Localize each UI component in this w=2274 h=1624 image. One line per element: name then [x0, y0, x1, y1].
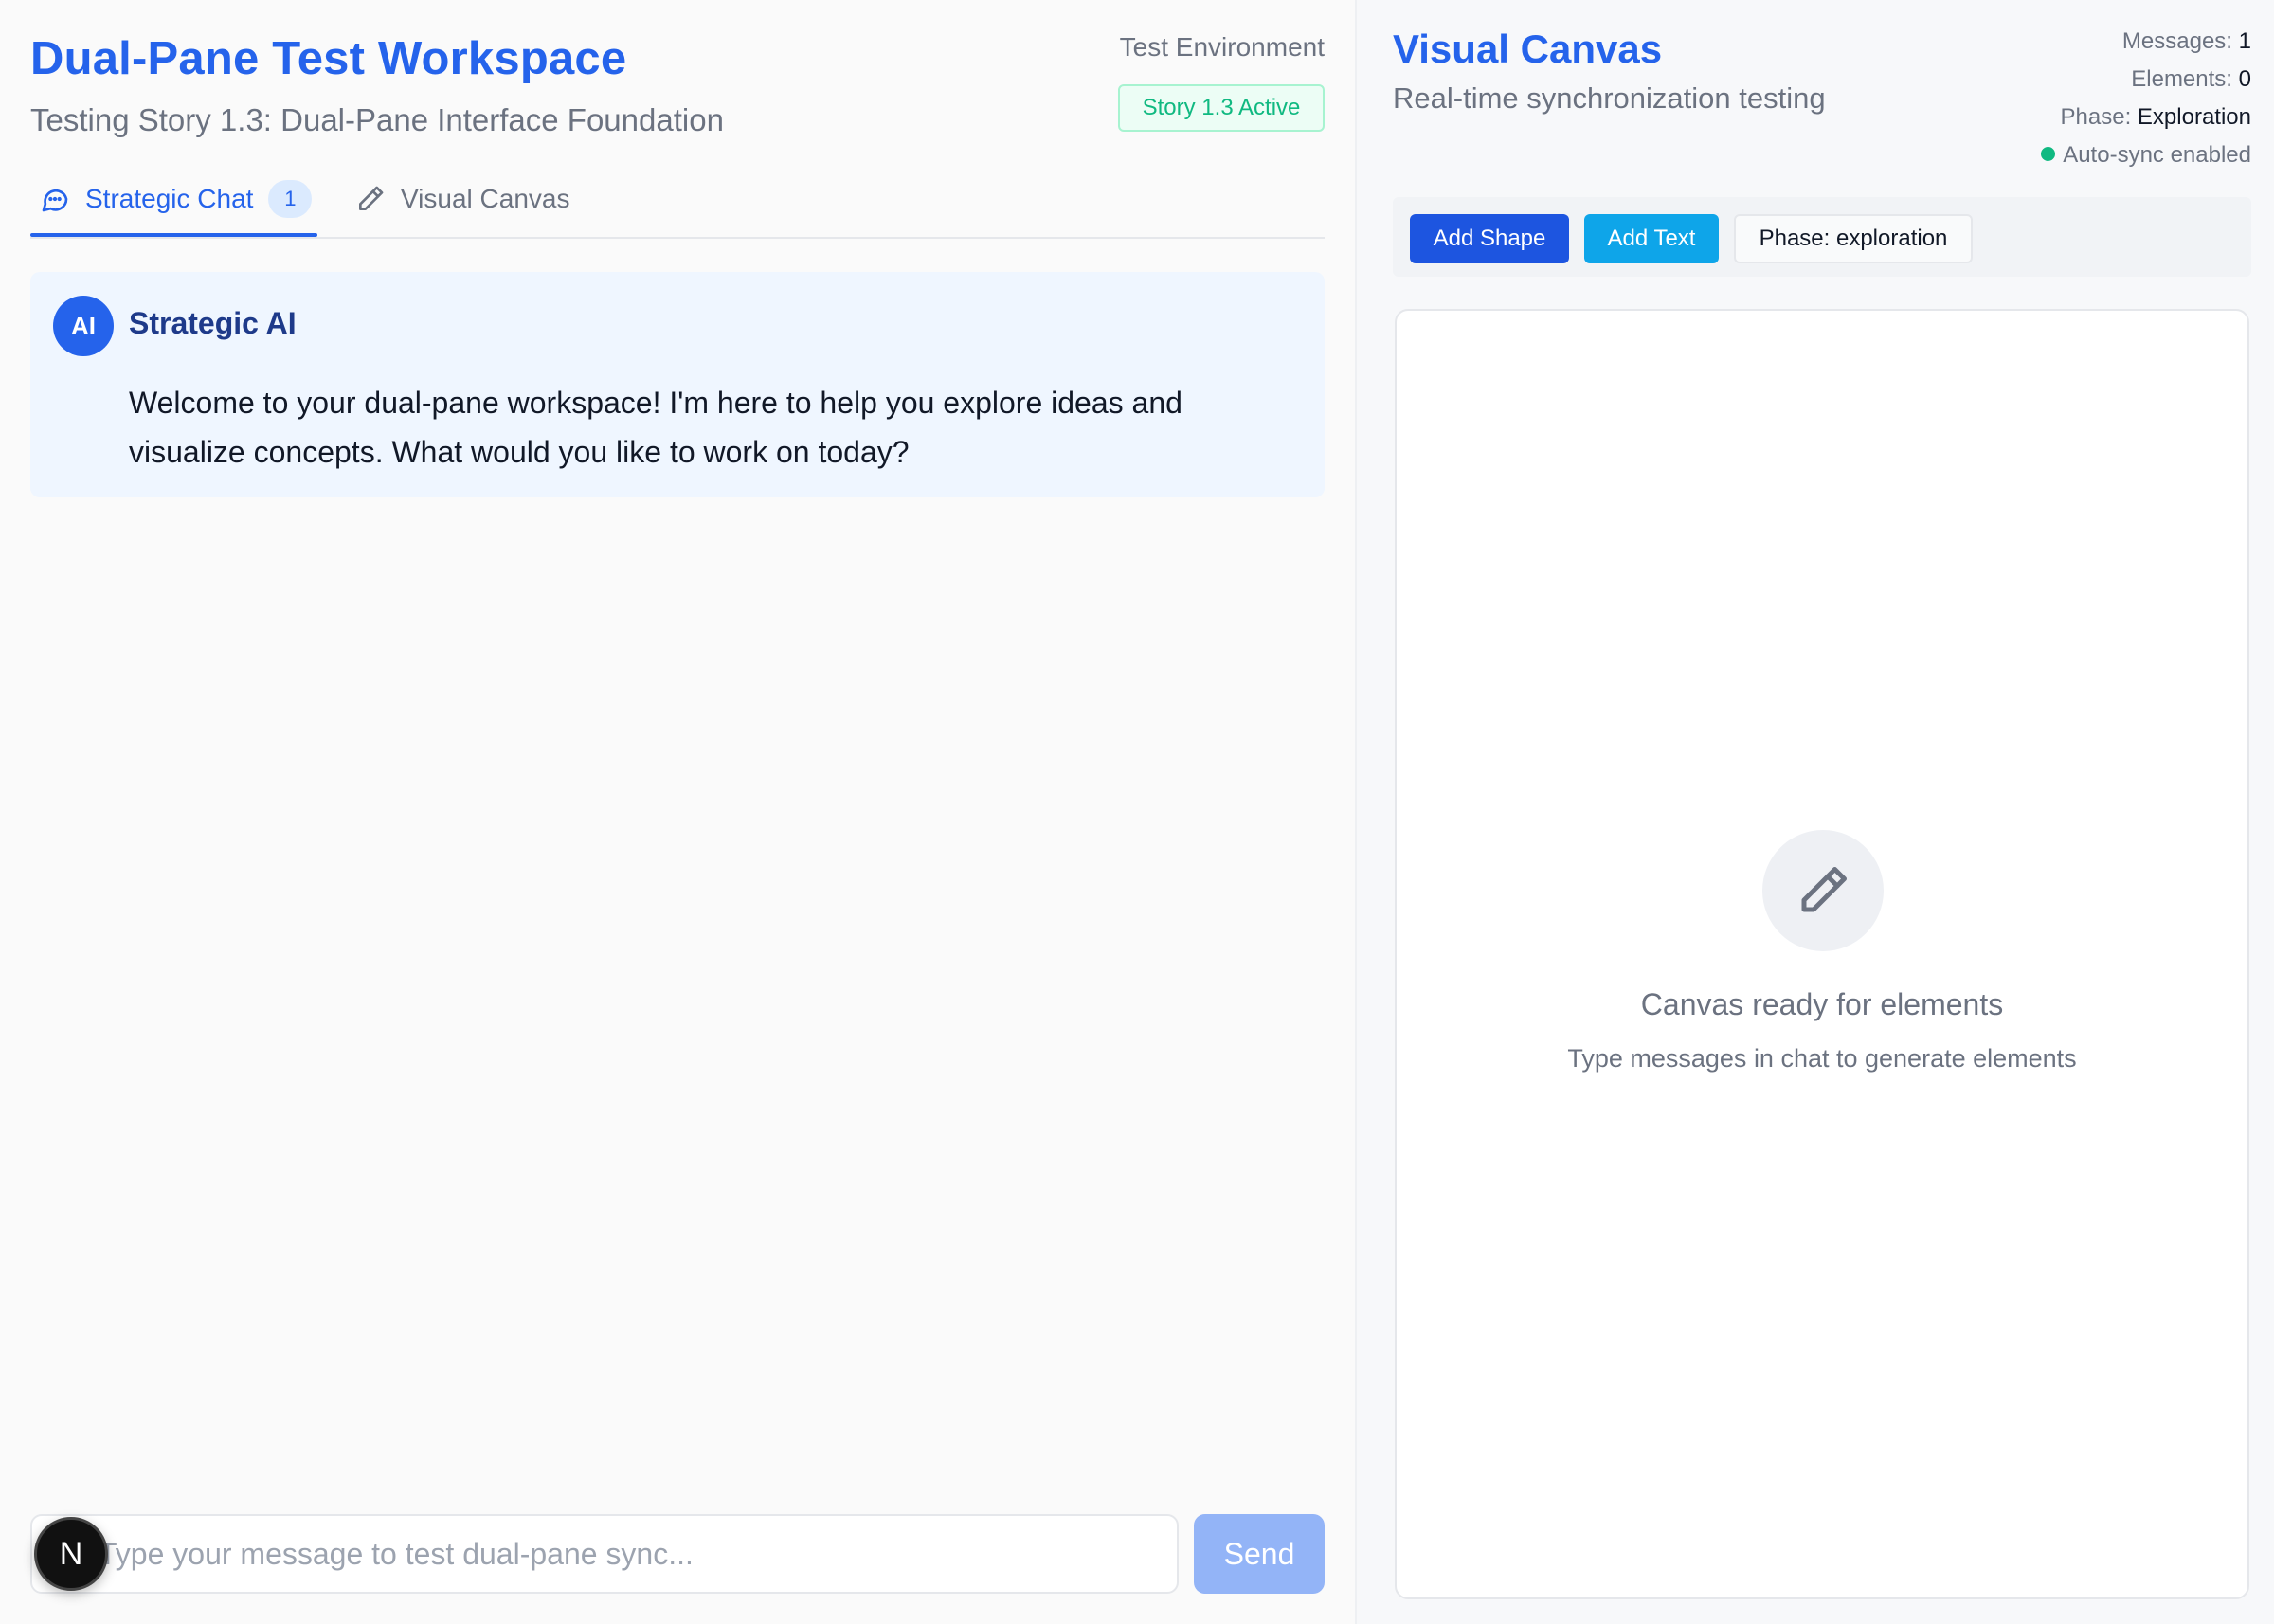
- messages-value: 1: [2238, 28, 2251, 54]
- status-dot-icon: [2041, 147, 2056, 162]
- sync-stats: Messages: 1 Elements: 0 Phase: Explorati…: [2041, 23, 2251, 174]
- story-status-badge: Story 1.3 Active: [1118, 84, 1325, 132]
- pencil-icon: [1762, 830, 1884, 951]
- message-count-badge: 1: [268, 180, 313, 218]
- workspace-title: Dual-Pane Test Workspace: [30, 33, 627, 84]
- phase-label: Phase:: [2060, 104, 2132, 130]
- messages-label: Messages:: [2121, 28, 2232, 54]
- ai-avatar: AI: [53, 296, 114, 356]
- canvas-toolbar: Add Shape Add Text Phase: exploration: [1393, 197, 2251, 277]
- canvas-subtitle: Real-time synchronization testing: [1393, 81, 1826, 115]
- chat-message: AI Strategic AI Welcome to your dual-pan…: [30, 272, 1325, 497]
- sync-status-label: Auto-sync enabled: [2063, 142, 2251, 168]
- app-root: Dual-Pane Test Workspace Testing Story 1…: [0, 0, 2274, 1624]
- chat-pane: Dual-Pane Test Workspace Testing Story 1…: [0, 0, 1355, 1624]
- chat-input[interactable]: [32, 1516, 1177, 1592]
- elements-label: Elements:: [2131, 66, 2232, 92]
- phase-value: Exploration: [2137, 104, 2251, 130]
- add-text-button[interactable]: Add Text: [1584, 214, 1719, 263]
- phase-stat: Phase: Exploration: [2041, 99, 2251, 136]
- chat-bubble-icon: [40, 184, 70, 214]
- pane-tabs: Strategic Chat 1 Visual Canvas: [30, 159, 1325, 239]
- canvas-empty-title: Canvas ready for elements: [1640, 987, 2004, 1021]
- active-tab-indicator: [30, 233, 317, 237]
- messages-stat: Messages: 1: [2041, 23, 2251, 61]
- message-text: Welcome to your dual-pane workspace! I'm…: [129, 386, 1182, 469]
- elements-value: 0: [2238, 66, 2251, 92]
- workspace-subtitle: Testing Story 1.3: Dual-Pane Interface F…: [30, 102, 724, 137]
- tab-strategic-chat[interactable]: Strategic Chat 1: [40, 159, 313, 239]
- elements-stat: Elements: 0: [2041, 61, 2251, 99]
- canvas-pane: Visual Canvas Real-time synchronization …: [1357, 0, 2274, 1624]
- chat-input-container: [30, 1514, 1179, 1594]
- environment-label: Test Environment: [1119, 32, 1325, 62]
- pencil-icon: [355, 184, 386, 214]
- canvas-title: Visual Canvas: [1393, 27, 1663, 71]
- phase-button[interactable]: Phase: exploration: [1734, 214, 1973, 263]
- add-shape-button[interactable]: Add Shape: [1410, 214, 1569, 263]
- tab-visual-canvas[interactable]: Visual Canvas: [355, 159, 569, 239]
- tab-label-visual-canvas: Visual Canvas: [401, 184, 570, 213]
- canvas-empty-subtitle: Type messages in chat to generate elemen…: [1567, 1044, 2077, 1073]
- sync-status: Auto-sync enabled: [2041, 136, 2251, 174]
- dev-tools-badge[interactable]: N: [34, 1517, 108, 1591]
- canvas-area[interactable]: Canvas ready for elements Type messages …: [1395, 309, 2249, 1599]
- tab-label-strategic-chat: Strategic Chat: [85, 184, 254, 213]
- message-sender: Strategic AI: [129, 306, 297, 340]
- send-button[interactable]: Send: [1194, 1514, 1325, 1594]
